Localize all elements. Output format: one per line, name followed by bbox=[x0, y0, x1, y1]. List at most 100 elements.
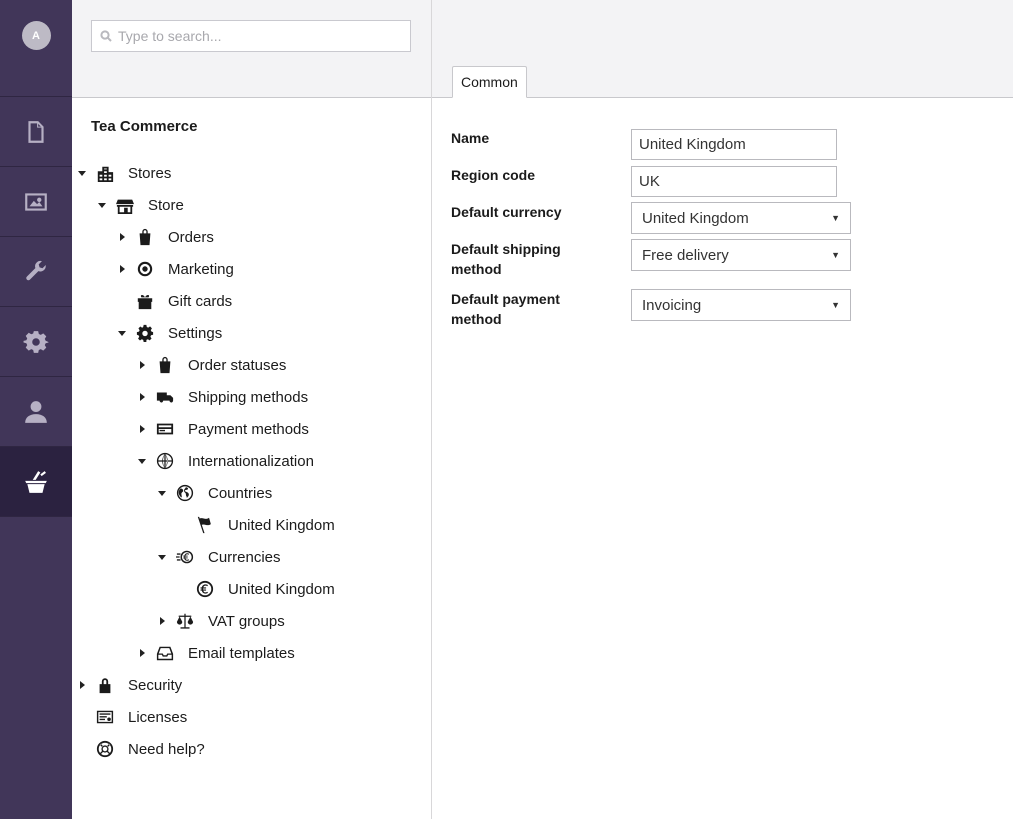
tree-item-label: Gift cards bbox=[168, 292, 233, 310]
gear-icon bbox=[23, 330, 49, 353]
shop-icon bbox=[116, 196, 134, 214]
tree-item-label: Order statuses bbox=[188, 356, 287, 374]
tree-item[interactable]: Need help? bbox=[77, 737, 205, 761]
lock-icon bbox=[96, 676, 114, 694]
search-input[interactable] bbox=[118, 28, 398, 44]
default-shipping-select[interactable]: Free delivery ▼ bbox=[631, 239, 851, 271]
tree-item[interactable]: VAT groups bbox=[157, 609, 285, 633]
caret-down-icon[interactable] bbox=[157, 488, 167, 498]
dropdown-arrow-icon: ▼ bbox=[831, 300, 840, 310]
tree-item[interactable]: Payment methods bbox=[137, 417, 309, 441]
editor-panel: Common Name Region code Default currency… bbox=[432, 0, 1013, 819]
search-box[interactable] bbox=[91, 20, 411, 52]
caret-right-icon[interactable] bbox=[137, 424, 147, 434]
image-icon bbox=[25, 192, 47, 211]
search-icon bbox=[100, 30, 112, 42]
tree-item[interactable]: Countries bbox=[157, 481, 272, 505]
tree-item[interactable]: Marketing bbox=[117, 257, 234, 281]
tab-common[interactable]: Common bbox=[452, 66, 527, 98]
tree-item-label: Currencies bbox=[208, 548, 281, 566]
nav-developer[interactable] bbox=[0, 237, 72, 307]
tree-item[interactable]: Store bbox=[97, 193, 184, 217]
caret-right-icon[interactable] bbox=[157, 616, 167, 626]
wrench-icon bbox=[26, 260, 46, 280]
default-payment-label-line1: Default payment bbox=[451, 291, 560, 307]
nav-settings[interactable] bbox=[0, 307, 72, 377]
tree-item[interactable]: Shipping methods bbox=[137, 385, 308, 409]
default-payment-label-line2: method bbox=[451, 311, 502, 327]
caret-right-icon[interactable] bbox=[137, 392, 147, 402]
tree-item-label: Internationalization bbox=[188, 452, 314, 470]
gift-icon bbox=[136, 292, 154, 310]
tree-item[interactable]: Security bbox=[77, 673, 182, 697]
user-icon bbox=[25, 400, 47, 423]
nav-media[interactable] bbox=[0, 167, 72, 237]
tree-item[interactable]: Order statuses bbox=[137, 353, 286, 377]
tree-item-label: VAT groups bbox=[208, 612, 285, 630]
region-code-label: Region code bbox=[451, 167, 536, 183]
caret-down-icon[interactable] bbox=[157, 552, 167, 562]
gear-icon bbox=[136, 324, 154, 342]
tree-item[interactable]: Gift cards bbox=[117, 289, 232, 313]
earth-icon bbox=[176, 484, 194, 502]
tree-item[interactable]: Stores bbox=[77, 161, 171, 185]
caret-right-icon[interactable] bbox=[137, 648, 147, 658]
tree-item-label: Store bbox=[148, 196, 184, 214]
caret-right-icon[interactable] bbox=[77, 680, 87, 690]
tree-item[interactable]: Settings bbox=[117, 321, 222, 345]
lifebuoy-icon bbox=[96, 740, 114, 758]
name-input[interactable] bbox=[631, 129, 837, 160]
tree-item-label: Security bbox=[128, 676, 183, 694]
tree-item-label: Shipping methods bbox=[188, 388, 309, 406]
basket-icon bbox=[25, 470, 47, 493]
globe-icon bbox=[156, 452, 174, 470]
caret-right-icon[interactable] bbox=[137, 360, 147, 370]
tree-item[interactable]: Currencies bbox=[157, 545, 281, 569]
tree-item-label: Email templates bbox=[188, 644, 295, 662]
caret-down-icon[interactable] bbox=[137, 456, 147, 466]
tree-title: Tea Commerce bbox=[91, 118, 198, 135]
inbox-icon bbox=[156, 644, 174, 662]
credit-card-icon bbox=[156, 420, 174, 438]
flag-icon bbox=[196, 516, 214, 534]
caret-right-icon[interactable] bbox=[117, 264, 127, 274]
nav-tea-commerce[interactable] bbox=[0, 447, 72, 517]
target-icon bbox=[136, 260, 154, 278]
default-shipping-label-line1: Default shipping bbox=[451, 241, 561, 257]
nav-content[interactable] bbox=[0, 97, 72, 167]
license-icon bbox=[96, 708, 114, 726]
tree-item[interactable]: Orders bbox=[117, 225, 214, 249]
tree-item-label: Countries bbox=[208, 484, 273, 502]
document-icon bbox=[28, 120, 44, 143]
name-label: Name bbox=[451, 130, 490, 146]
default-currency-select[interactable]: United Kingdom ▼ bbox=[631, 202, 851, 234]
avatar-section: A bbox=[0, 0, 72, 97]
tree-item-label: Stores bbox=[128, 164, 172, 182]
user-avatar[interactable]: A bbox=[21, 21, 51, 50]
nav-members[interactable] bbox=[0, 377, 72, 447]
buildings-icon bbox=[96, 164, 114, 182]
default-currency-label: Default currency bbox=[451, 204, 562, 220]
tree-header bbox=[72, 0, 431, 98]
tree-item[interactable]: Licenses bbox=[77, 705, 187, 729]
editor-header: Common bbox=[432, 0, 1013, 98]
caret-down-icon[interactable] bbox=[97, 200, 107, 210]
region-code-input[interactable] bbox=[631, 166, 837, 197]
dropdown-arrow-icon: ▼ bbox=[831, 250, 840, 260]
caret-right-icon[interactable] bbox=[117, 232, 127, 242]
default-payment-label: Default payment method bbox=[451, 289, 601, 329]
default-shipping-label: Default shipping method bbox=[451, 239, 601, 279]
tree-item-label: United Kingdom bbox=[228, 516, 335, 534]
caret-down-icon[interactable] bbox=[117, 328, 127, 338]
default-payment-select[interactable]: Invoicing ▼ bbox=[631, 289, 851, 321]
scales-icon bbox=[176, 612, 194, 630]
tree-item[interactable]: United Kingdom bbox=[177, 577, 335, 601]
tree-item-label: Orders bbox=[168, 228, 214, 246]
caret-down-icon[interactable] bbox=[77, 168, 87, 178]
tree-item[interactable]: Internationalization bbox=[137, 449, 314, 473]
default-currency-value: United Kingdom bbox=[642, 209, 749, 227]
tree-item[interactable]: United Kingdom bbox=[177, 513, 335, 537]
tree-item-label: Marketing bbox=[168, 260, 234, 278]
tree-item[interactable]: Email templates bbox=[137, 641, 295, 665]
tree-panel: Tea Commerce Stores Store Orders Marketing G… bbox=[72, 0, 432, 819]
